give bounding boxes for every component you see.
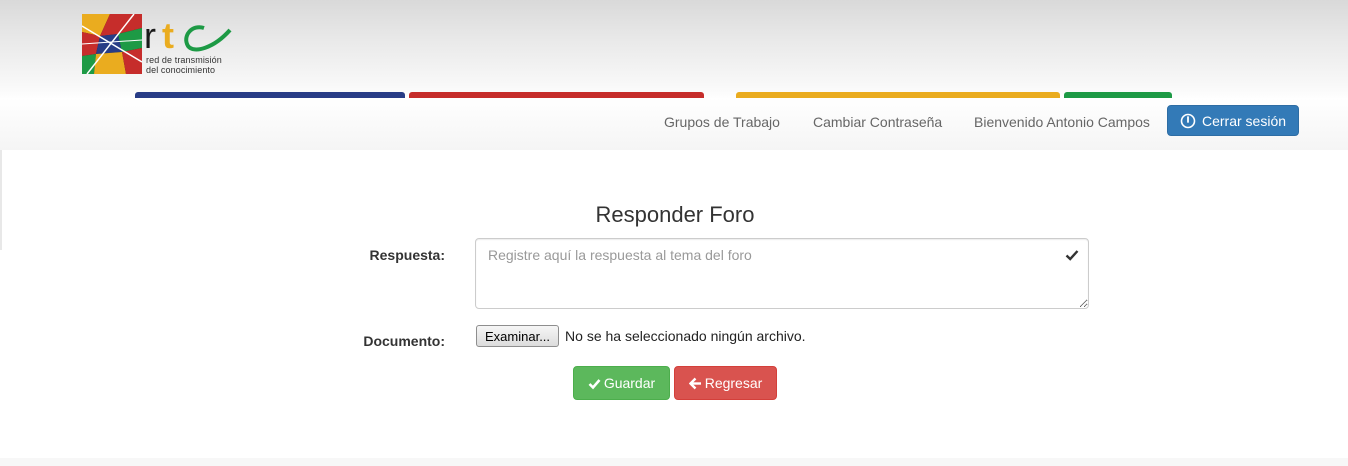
back-label: Regresar <box>704 375 763 391</box>
check-icon <box>1065 250 1079 261</box>
logo-letter-r: r <box>144 15 156 54</box>
logout-label: Cerrar sesión <box>1202 112 1287 129</box>
response-field-wrapper <box>475 238 1089 309</box>
back-button[interactable]: Regresar <box>674 366 777 400</box>
power-icon <box>1180 113 1196 129</box>
logo-caption-line2: del conocimiento <box>146 65 216 75</box>
rtc-logo[interactable]: r t red de transmisión del conocimiento <box>82 14 232 78</box>
save-label: Guardar <box>603 375 656 391</box>
page-title: Responder Foro <box>595 202 755 227</box>
response-label: Respuesta: <box>369 247 445 263</box>
footer-strip <box>0 458 1348 466</box>
logo-letter-t: t <box>162 15 174 54</box>
check-icon <box>588 377 601 390</box>
nav-link-groups[interactable]: Grupos de Trabajo <box>664 114 780 130</box>
logo-caption: red de transmisión del conocimiento <box>146 55 222 75</box>
save-button[interactable]: Guardar <box>573 366 670 400</box>
file-status-text: No se ha seleccionado ningún archivo. <box>565 328 806 344</box>
logo-caption-line1: red de transmisión <box>146 55 222 65</box>
rtc-wordmark: r t <box>144 15 232 54</box>
site-header: r t red de transmisión del conocimiento <box>0 0 1348 100</box>
arrow-left-icon <box>688 377 702 390</box>
document-file-input: Examinar... No se ha seleccionado ningún… <box>476 325 806 347</box>
top-navbar: Grupos de Trabajo Cambiar Contraseña Bie… <box>0 98 1348 150</box>
response-textarea[interactable] <box>475 238 1089 309</box>
logout-button[interactable]: Cerrar sesión <box>1167 105 1299 136</box>
browse-file-button[interactable]: Examinar... <box>476 325 560 347</box>
nav-link-change-password[interactable]: Cambiar Contraseña <box>813 114 942 130</box>
document-label: Documento: <box>363 333 445 349</box>
nav-link-welcome-user[interactable]: Bienvenido Antonio Campos <box>974 114 1150 130</box>
logo-mosaic-icon <box>82 14 142 74</box>
logo-letter-c <box>184 25 232 52</box>
page-edge <box>0 150 2 250</box>
